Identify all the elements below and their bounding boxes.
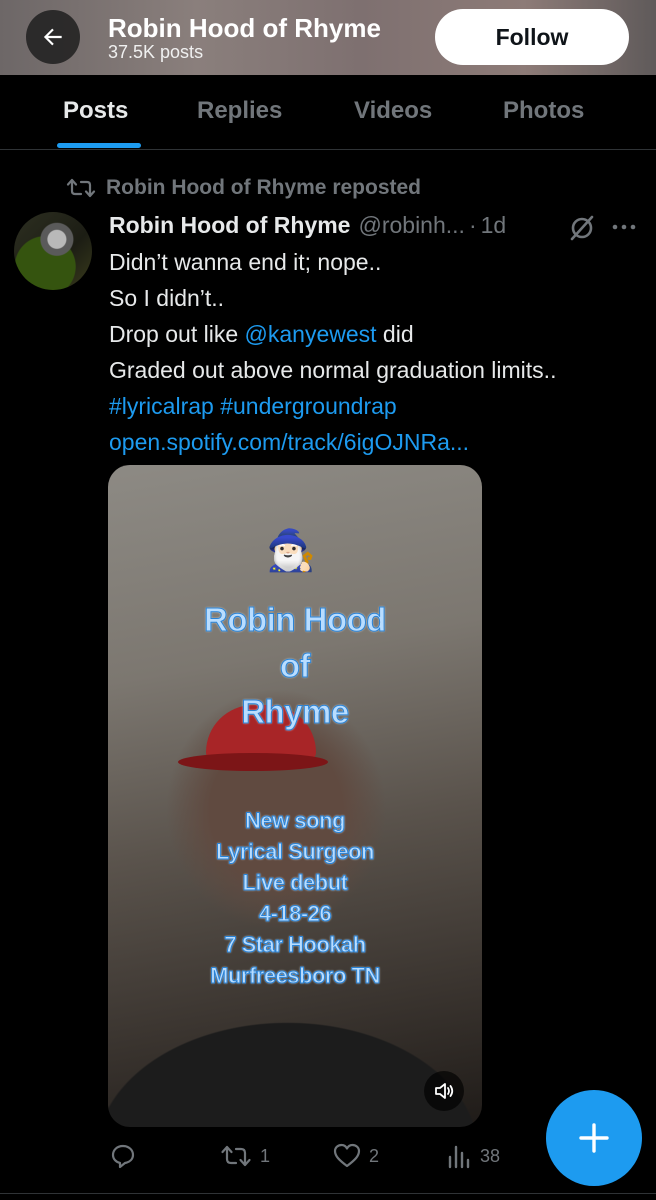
tab-replies[interactable]: Replies — [197, 97, 282, 125]
follow-button[interactable]: Follow — [435, 9, 629, 65]
video-subject-cap-brim — [178, 753, 328, 771]
hashtag-link[interactable]: #lyricalrap — [109, 393, 214, 419]
tab-videos[interactable]: Videos — [354, 97, 432, 125]
mention-link[interactable]: @kanyewest — [245, 321, 377, 347]
views-icon — [448, 1145, 470, 1169]
repost-icon — [66, 178, 96, 198]
compose-button[interactable] — [546, 1090, 642, 1186]
grok-icon[interactable] — [568, 214, 596, 242]
post-line: Graded out above normal graduation limit… — [109, 357, 557, 383]
post-line: So I didn’t.. — [109, 285, 225, 311]
post-video[interactable]: 🧙🏻‍♂️ Robin Hood of Rhyme New song Lyric… — [108, 465, 482, 1127]
video-overlay-detail: Murfreesboro TN — [210, 963, 381, 989]
tab-photos[interactable]: Photos — [503, 97, 584, 125]
video-overlay-title: Robin Hood — [204, 601, 387, 639]
post-text-fragment: Drop out like — [109, 321, 245, 347]
avatar[interactable] — [14, 212, 92, 290]
video-overlay-title: of — [279, 647, 311, 685]
hashtag-link[interactable]: #undergroundrap — [220, 393, 396, 419]
video-overlay-detail: Live debut — [242, 870, 349, 896]
back-arrow-icon — [43, 28, 62, 46]
profile-name: Robin Hood of Rhyme — [108, 13, 381, 43]
profile-tabs: Posts Replies Videos Photos — [0, 75, 656, 150]
profile-header: Robin Hood of Rhyme 37.5K posts Follow — [0, 0, 656, 75]
sound-toggle-button[interactable] — [424, 1071, 464, 1111]
like-button[interactable]: 2 — [333, 1140, 379, 1172]
post-author-handle[interactable]: @robinh... — [358, 212, 464, 239]
video-overlay-detail: 4-18-26 — [258, 901, 332, 927]
wizard-emoji: 🧙🏻‍♂️ — [266, 529, 316, 573]
video-overlay-detail: Lyrical Surgeon — [216, 839, 375, 865]
video-overlay-detail: New song — [245, 808, 346, 834]
retweet-icon — [221, 1145, 251, 1167]
back-button[interactable] — [26, 10, 80, 64]
post-timestamp[interactable]: 1d — [481, 212, 507, 239]
repost-context[interactable]: Robin Hood of Rhyme reposted — [66, 174, 421, 202]
spotify-link[interactable]: open.spotify.com/track/6igOJNRa... — [109, 429, 469, 455]
post-line: Drop out like @kanyewest did — [109, 316, 649, 352]
post-line: Didn’t wanna end it; nope.. — [109, 249, 382, 275]
post-line: #lyricalrap #undergroundrap — [109, 388, 649, 424]
repost-button[interactable]: 1 — [220, 1140, 270, 1172]
more-icon[interactable] — [612, 224, 636, 230]
like-icon — [333, 1143, 361, 1168]
post-divider — [0, 1193, 656, 1194]
post-header: Robin Hood of Rhyme @robinh... · 1d — [109, 208, 639, 242]
sound-icon — [435, 1083, 454, 1099]
repost-count: 1 — [260, 1145, 271, 1166]
reply-button[interactable] — [110, 1140, 144, 1172]
post-count: 37.5K posts — [108, 42, 204, 62]
post-body: Didn’t wanna end it; nope.. So I didn’t.… — [109, 244, 649, 460]
video-overlay-title: Rhyme — [241, 693, 350, 731]
like-count: 2 — [369, 1145, 380, 1166]
post-author-name[interactable]: Robin Hood of Rhyme — [109, 212, 350, 239]
active-tab-indicator — [57, 143, 141, 148]
repost-label: Robin Hood of Rhyme reposted — [106, 176, 421, 199]
reply-icon — [111, 1144, 135, 1169]
tab-posts[interactable]: Posts — [63, 97, 128, 125]
video-overlay-detail: 7 Star Hookah — [224, 932, 367, 958]
views-button[interactable]: 38 — [446, 1140, 500, 1172]
views-count: 38 — [480, 1145, 501, 1166]
post-line: open.spotify.com/track/6igOJNRa... — [109, 424, 649, 460]
post-text-fragment: did — [376, 321, 414, 347]
plus-icon — [579, 1123, 609, 1153]
separator-dot: · — [468, 211, 477, 238]
